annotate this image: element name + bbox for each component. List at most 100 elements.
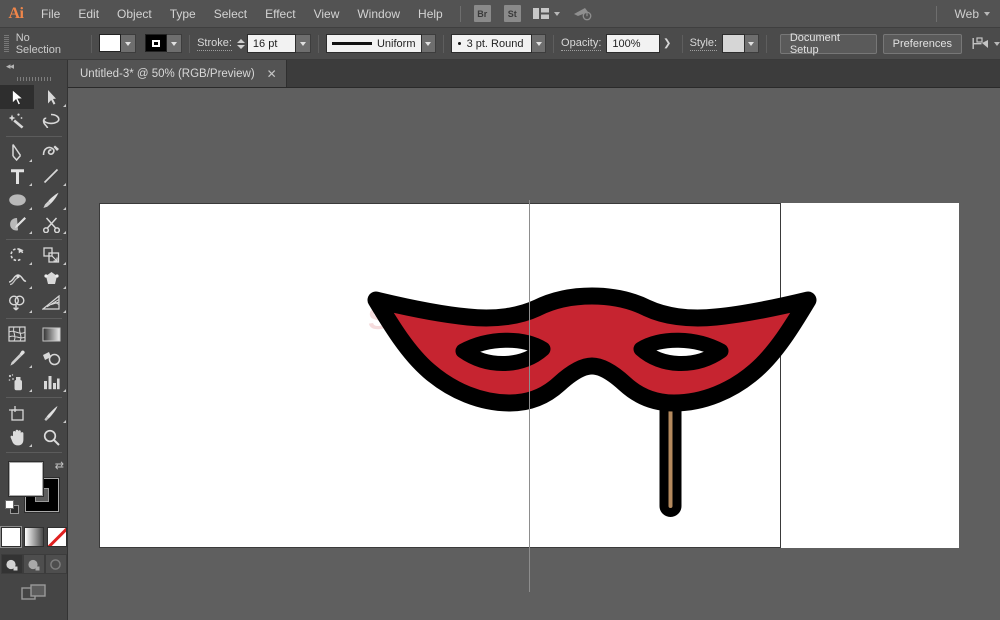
stroke-color-control[interactable] (145, 34, 182, 53)
eyedropper-icon (9, 350, 26, 367)
brush-definition-input[interactable]: 3 pt. Round (451, 34, 532, 53)
line-segment-tool[interactable] (34, 164, 68, 188)
none-mode-button[interactable] (47, 527, 67, 547)
stroke-profile-dropdown-button[interactable] (422, 34, 436, 53)
direct-selection-arrow-icon (46, 89, 57, 106)
mesh-tool[interactable] (0, 322, 34, 346)
tool-menu-indicator (29, 183, 32, 186)
perspective-grid-tool[interactable] (34, 291, 68, 315)
stepper-up-icon[interactable] (237, 39, 245, 43)
shape-builder-tool[interactable] (0, 291, 34, 315)
default-fill-stroke-icon[interactable] (5, 500, 19, 514)
opacity-input[interactable]: 100% (606, 34, 659, 53)
stroke-weight-label[interactable]: Stroke: (197, 37, 232, 51)
shaper-tool[interactable] (0, 212, 34, 236)
menu-help[interactable]: Help (409, 0, 452, 28)
artboard-tool[interactable] (0, 401, 34, 425)
free-transform-tool[interactable] (34, 267, 68, 291)
document-setup-button[interactable]: Document Setup (780, 34, 877, 54)
stock-button[interactable]: St (504, 5, 521, 22)
stroke-weight-dropdown-button[interactable] (296, 34, 310, 53)
align-button[interactable] (972, 37, 1000, 51)
stepper-down-icon[interactable] (237, 45, 245, 49)
style-label[interactable]: Style: (690, 37, 718, 51)
slice-tool[interactable] (34, 401, 68, 425)
curvature-tool[interactable] (34, 140, 68, 164)
stroke-dropdown-button[interactable] (167, 34, 182, 53)
color-mode-button[interactable] (1, 527, 21, 547)
tool-menu-indicator (63, 286, 66, 289)
draw-normal-button[interactable] (1, 554, 23, 574)
scale-tool[interactable] (34, 243, 68, 267)
column-graph-icon (43, 375, 60, 390)
blend-tool[interactable] (34, 346, 68, 370)
width-tool[interactable] (0, 267, 34, 291)
paintbrush-icon (42, 192, 60, 209)
close-icon[interactable]: ✕ (267, 68, 277, 80)
swap-fill-stroke-icon[interactable]: ⇄ (55, 459, 64, 472)
control-bar-grip[interactable] (4, 35, 9, 53)
draw-inside-button[interactable] (45, 554, 67, 574)
direct-selection-tool[interactable] (34, 85, 68, 109)
change-screen-mode-button[interactable] (21, 584, 47, 607)
illustrator-window: Ai File Edit Object Type Select Effect V… (0, 0, 1000, 620)
graphic-style-swatch[interactable] (722, 34, 745, 53)
stroke-profile-input[interactable]: Uniform (326, 34, 422, 53)
tools-panel-grip[interactable] (0, 73, 67, 85)
eyedropper-tool[interactable] (0, 346, 34, 370)
column-graph-tool[interactable] (34, 370, 68, 394)
selection-tool[interactable] (0, 85, 34, 109)
symbol-sprayer-tool[interactable] (0, 370, 34, 394)
menu-edit[interactable]: Edit (69, 0, 108, 28)
tools-grid-group-1 (0, 85, 68, 133)
toolpanel-fill-swatch[interactable] (9, 462, 43, 496)
canvas-area[interactable]: Systa (68, 88, 1000, 620)
stroke-swatch[interactable] (145, 34, 167, 52)
workspace-chevron-down-icon[interactable] (984, 12, 990, 16)
lasso-tool[interactable] (34, 109, 68, 133)
stroke-weight-stepper[interactable] (237, 39, 245, 49)
cloud-sync-button[interactable] (572, 6, 594, 22)
tools-grid-group-3 (0, 243, 68, 315)
opacity-label[interactable]: Opacity: (561, 37, 601, 51)
arrange-documents-icon (533, 8, 549, 20)
cb-divider-1 (91, 35, 92, 53)
rotate-tool[interactable] (0, 243, 34, 267)
graphic-style-dropdown-button[interactable] (745, 34, 759, 53)
menu-window[interactable]: Window (348, 0, 409, 28)
draw-behind-button[interactable] (23, 554, 45, 574)
chevron-down-icon (171, 42, 177, 46)
tools-panel-collapse-button[interactable]: ◂◂ (0, 60, 67, 73)
document-tab[interactable]: Untitled-3* @ 50% (RGB/Preview) ✕ (68, 60, 287, 87)
menu-object[interactable]: Object (108, 0, 161, 28)
bridge-button[interactable]: Br (474, 5, 491, 22)
ellipse-tool[interactable] (0, 188, 34, 212)
menu-file[interactable]: File (32, 0, 69, 28)
fill-swatch[interactable] (99, 34, 121, 52)
chevron-down-icon (748, 42, 754, 46)
gradient-mode-button[interactable] (24, 527, 44, 547)
menu-select[interactable]: Select (205, 0, 256, 28)
menu-effect[interactable]: Effect (256, 0, 304, 28)
brush-definition-dropdown-button[interactable] (532, 34, 546, 53)
fill-dropdown-button[interactable] (121, 34, 136, 53)
workspace-label[interactable]: Web (955, 7, 979, 21)
pen-tool[interactable] (0, 140, 34, 164)
preferences-button[interactable]: Preferences (883, 34, 962, 54)
type-tool[interactable] (0, 164, 34, 188)
artboard-icon (8, 405, 27, 422)
arrange-documents-button[interactable] (533, 8, 560, 20)
zoom-tool[interactable] (34, 425, 68, 449)
gradient-tool[interactable] (34, 322, 68, 346)
cb-divider-7 (766, 35, 767, 53)
paintbrush-tool[interactable] (34, 188, 68, 212)
tool-menu-indicator (63, 310, 66, 313)
magic-wand-tool[interactable] (0, 109, 34, 133)
opacity-options-button[interactable]: ❯ (660, 34, 675, 53)
hand-tool[interactable] (0, 425, 34, 449)
fill-color-control[interactable] (99, 34, 136, 53)
stroke-weight-input[interactable]: 16 pt (247, 34, 297, 53)
menu-view[interactable]: View (305, 0, 349, 28)
scissors-tool[interactable] (34, 212, 68, 236)
menu-type[interactable]: Type (161, 0, 205, 28)
